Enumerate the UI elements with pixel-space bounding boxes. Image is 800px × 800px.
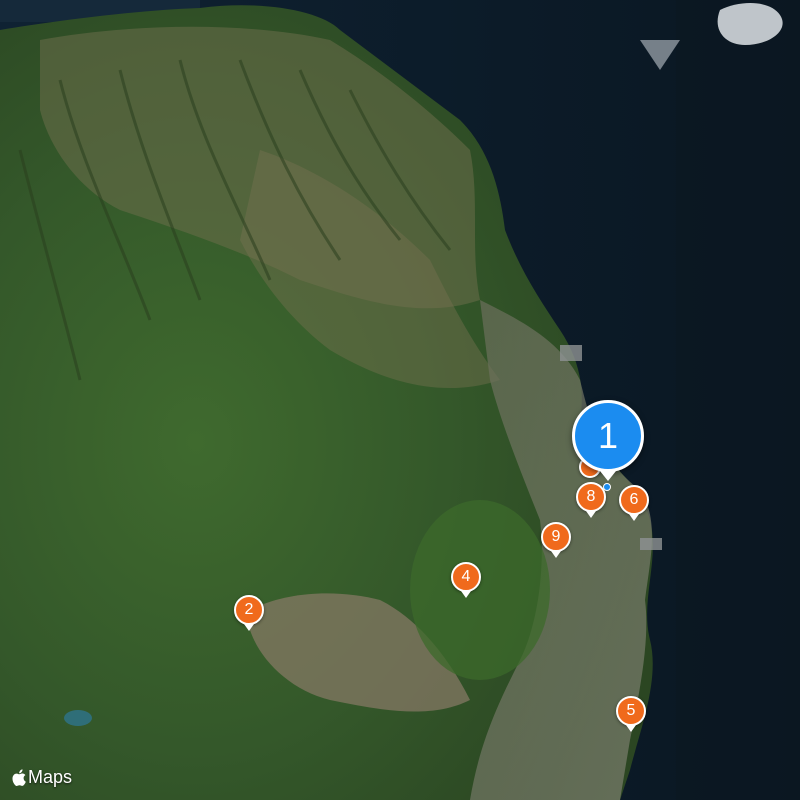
map-marker-1-selected[interactable]: 1 [572,400,644,481]
map-marker-4[interactable]: 4 [451,562,481,598]
map-marker-6[interactable]: 6 [619,485,649,521]
attribution-text: Maps [28,766,73,787]
map-view[interactable]: 2 4 5 6 8 9 1 Maps [0,0,800,800]
map-marker-2[interactable]: 2 [234,595,264,631]
satellite-imagery [0,0,800,800]
maps-attribution[interactable]: Maps [12,765,72,789]
map-marker-8[interactable]: 8 [576,482,606,518]
map-marker-9[interactable]: 9 [541,522,571,558]
location-dot [603,483,611,491]
map-marker-5[interactable]: 5 [616,696,646,732]
apple-logo-icon [12,768,26,786]
